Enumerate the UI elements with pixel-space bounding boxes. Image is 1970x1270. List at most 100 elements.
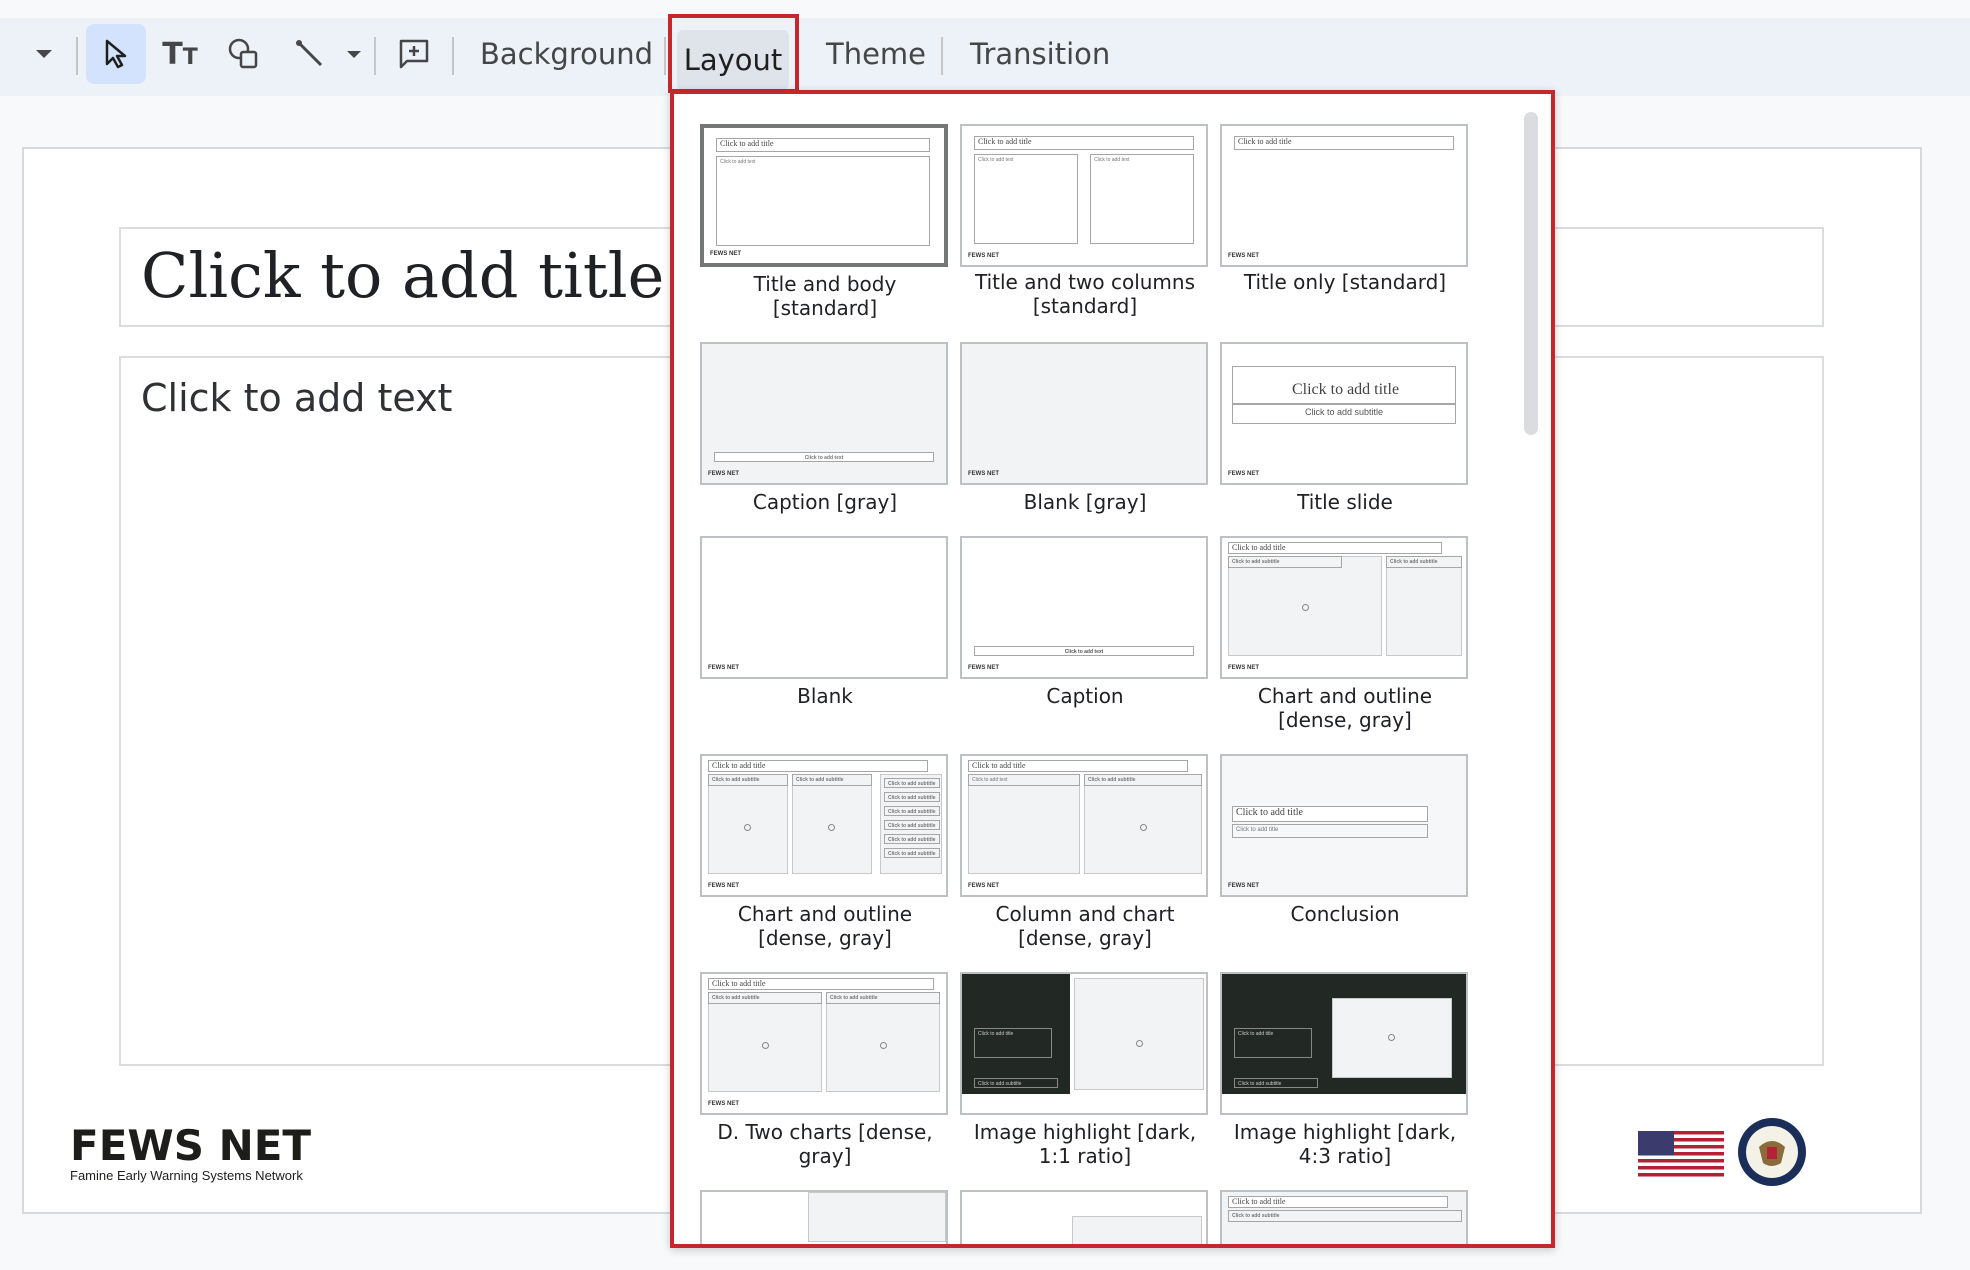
mini-logo: FEWS NET xyxy=(968,253,999,259)
theme-button[interactable]: Theme xyxy=(826,18,926,90)
shape-button[interactable] xyxy=(216,24,272,84)
cursor-arrow-icon xyxy=(105,39,127,69)
mini-subtitle: Click to add subtitle xyxy=(1386,556,1462,568)
mini-logo: FEWS NET xyxy=(710,251,741,257)
layout-thumbnail-partial[interactable]: Click to add title Click to add subtitle xyxy=(1220,1190,1468,1244)
chart-placeholder-icon xyxy=(1140,824,1147,831)
mini-title: Click to add title xyxy=(974,1028,1052,1058)
layout-caption: D. Two charts [dense, gray] xyxy=(717,1120,933,1168)
mini-body: Click to add text xyxy=(974,154,1078,244)
mini-body: Click to add text xyxy=(714,452,934,462)
layout-title-slide[interactable]: Click to add title Click to add subtitle… xyxy=(1220,342,1468,485)
title-placeholder-text: Click to add title xyxy=(141,239,665,312)
mini-subtitle: Click to add subtitle xyxy=(974,1078,1058,1088)
layout-caption: Chart and outline [dense, gray] xyxy=(737,902,913,950)
layout-chart-outline-dense-gray[interactable]: Click to add title Click to add subtitle… xyxy=(1220,536,1468,679)
layout-thumbnail-partial[interactable] xyxy=(960,1190,1208,1244)
mini-subtitle: Click to add subtitle xyxy=(1228,556,1342,568)
layout-caption: Blank xyxy=(797,684,853,708)
layout-title-and-body[interactable]: Click to add title Click to add text FEW… xyxy=(700,124,948,267)
layout-menu-panel: Click to add title Click to add text FEW… xyxy=(670,90,1555,1248)
line-dropdown-button[interactable] xyxy=(338,24,370,84)
transition-button[interactable]: Transition xyxy=(970,18,1110,90)
layout-column-and-chart[interactable]: Click to add title Click to add text Cli… xyxy=(960,754,1208,897)
layout-two-charts-dense-gray[interactable]: Click to add title Click to add subtitle… xyxy=(700,972,948,1115)
toolbar: TT Background Theme Transition xyxy=(0,18,1970,96)
mini-subtitle: Click to add subtitle xyxy=(1234,1078,1318,1088)
mini-body: Click to add text xyxy=(974,646,1194,656)
mini-body: Click to add text xyxy=(968,774,1080,786)
layout-caption: Title slide xyxy=(1297,490,1393,514)
layout-blank[interactable]: FEWS NET xyxy=(700,536,948,679)
add-comment-icon xyxy=(399,39,429,69)
logo-main-text: FEWS NET xyxy=(70,1121,312,1170)
chevron-down-icon xyxy=(347,50,361,58)
layout-title-two-columns[interactable]: Click to add title Click to add text Cli… xyxy=(960,124,1208,267)
layout-title-only[interactable]: Click to add title FEWS NET xyxy=(1220,124,1468,267)
mini-logo: FEWS NET xyxy=(1228,883,1259,889)
mini-logo: FEWS NET xyxy=(708,883,739,889)
mini-subtitle: Click to add title xyxy=(1232,824,1428,838)
layout-caption: Image highlight [dark, 1:1 ratio] xyxy=(973,1120,1197,1168)
layout-thumbnail-partial[interactable] xyxy=(700,1190,948,1244)
background-button[interactable]: Background xyxy=(480,18,653,90)
mini-body: Click to add text xyxy=(716,156,930,246)
layout-caption: Image highlight [dark, 4:3 ratio] xyxy=(1233,1120,1457,1168)
layout-chart-outline-dense-gray-2[interactable]: Click to add title Click to add subtitle… xyxy=(700,754,948,897)
mini-title: Click to add title xyxy=(974,136,1194,150)
text-box-button[interactable]: TT xyxy=(152,24,208,84)
toolbar-divider xyxy=(452,37,454,75)
insert-comment-button[interactable] xyxy=(386,24,442,84)
mini-title: Click to add title xyxy=(708,760,928,772)
layout-menu-scrollbar[interactable] xyxy=(1524,112,1538,435)
layout-blank-gray[interactable]: FEWS NET xyxy=(960,342,1208,485)
logo-sub-text: Famine Early Warning Systems Network xyxy=(70,1168,303,1183)
mini-subtitle: Click to add subtitle xyxy=(884,820,940,830)
mini-subtitle: Click to add subtitle xyxy=(884,848,940,858)
fews-net-logo: FEWS NET Famine Early Warning Systems Ne… xyxy=(70,1121,311,1183)
mini-logo: FEWS NET xyxy=(1228,665,1259,671)
text-box-icon: TT xyxy=(162,36,198,72)
line-button[interactable] xyxy=(282,24,338,84)
mini-body: Click to add text xyxy=(1090,154,1194,244)
mini-title: Click to add title xyxy=(1232,366,1456,404)
mini-title: Click to add title xyxy=(1234,136,1454,150)
layout-caption-gray[interactable]: Click to add text FEWS NET xyxy=(700,342,948,485)
toolbar-divider xyxy=(664,37,666,75)
layout-image-highlight-4-3[interactable]: Click to add title Click to add subtitle xyxy=(1220,972,1468,1115)
mini-logo: FEWS NET xyxy=(708,665,739,671)
layout-caption: Caption xyxy=(1046,684,1124,708)
mini-title: Click to add title xyxy=(1228,542,1442,554)
image-placeholder-icon xyxy=(1388,1034,1395,1041)
mini-title: Click to add title xyxy=(716,138,930,152)
mini-logo: FEWS NET xyxy=(968,665,999,671)
select-tool-button[interactable] xyxy=(86,24,146,84)
layout-caption: Column and chart [dense, gray] xyxy=(995,902,1175,950)
mini-subtitle: Click to add subtitle xyxy=(826,992,940,1004)
layout-caption-white[interactable]: Click to add text FEWS NET xyxy=(960,536,1208,679)
layout-button-highlight xyxy=(668,14,799,93)
layout-caption: Title and two columns [standard] xyxy=(974,270,1196,318)
mini-logo: FEWS NET xyxy=(968,883,999,889)
shape-icon xyxy=(228,38,258,69)
layout-caption: Title only [standard] xyxy=(1243,270,1447,294)
us-flag-icon xyxy=(1638,1131,1724,1177)
state-department-seal-icon xyxy=(1738,1118,1806,1186)
mini-logo: FEWS NET xyxy=(968,471,999,477)
layout-conclusion[interactable]: Click to add title Click to add title FE… xyxy=(1220,754,1468,897)
chevron-down-icon[interactable] xyxy=(24,24,64,84)
toolbar-divider xyxy=(374,37,376,75)
mini-subtitle: Click to add subtitle xyxy=(884,792,940,802)
mini-subtitle: Click to add subtitle xyxy=(884,834,940,844)
mini-logo: FEWS NET xyxy=(708,471,739,477)
line-icon xyxy=(296,40,323,67)
layout-image-highlight-1-1[interactable]: Click to add title Click to add subtitle xyxy=(960,972,1208,1115)
toolbar-divider xyxy=(941,37,943,75)
mini-title: Click to add title xyxy=(968,760,1188,772)
toolbar-divider xyxy=(76,37,78,75)
image-placeholder-icon xyxy=(1136,1040,1143,1047)
mini-title: Click to add title xyxy=(708,978,934,990)
mini-subtitle: Click to add subtitle xyxy=(792,774,872,786)
mini-subtitle: Click to add subtitle xyxy=(708,774,788,786)
layout-caption: Chart and outline [dense, gray] xyxy=(1257,684,1433,732)
